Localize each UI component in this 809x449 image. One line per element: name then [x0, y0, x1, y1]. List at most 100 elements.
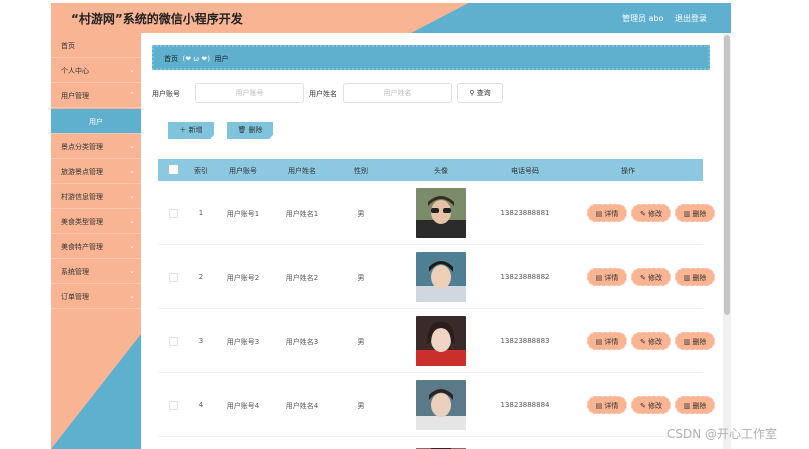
row-index: 2	[198, 273, 204, 281]
sidebar-item-food-type[interactable]: 美食类型管理 ⌄	[51, 209, 141, 234]
row-phone: 13823888884	[500, 401, 550, 409]
delete-button[interactable]: ▥ 删除	[675, 332, 715, 350]
row-gender: 男	[357, 274, 365, 282]
sidebar-item-label: 系统管理	[61, 268, 89, 276]
row-account: 用户账号3	[226, 338, 260, 346]
row-gender: 男	[357, 210, 365, 218]
row-checkbox[interactable]	[169, 401, 178, 410]
avatar	[416, 380, 466, 430]
column-header: 用户姓名	[288, 167, 316, 175]
sidebar-item-village-tour-info[interactable]: 村游信息管理 ⌄	[51, 184, 141, 209]
search-icon: ⚲	[469, 89, 475, 97]
sidebar-item-scenic-category[interactable]: 景点分类管理 ⌄	[51, 134, 141, 159]
sidebar-item-label: 美食特产管理	[61, 243, 103, 251]
row-name: 用户姓名3	[285, 338, 319, 346]
column-header: 用户账号	[229, 167, 257, 175]
select-all-checkbox[interactable]	[169, 165, 178, 174]
sidebar-item-label: 景点分类管理	[61, 143, 103, 151]
sidebar-item-label: 美食类型管理	[61, 218, 103, 226]
breadcrumb-emoji: (❤ ω ❤)	[182, 55, 210, 63]
sidebar-item-user-management[interactable]: 用户管理 ⌃	[51, 83, 141, 108]
row-checkbox[interactable]	[169, 209, 178, 218]
avatar	[416, 252, 466, 302]
detail-button[interactable]: ▤ 详情	[587, 332, 627, 350]
row-gender: 男	[357, 402, 365, 410]
edit-button[interactable]: ✎ 修改	[631, 268, 671, 286]
row-phone: 13823888883	[500, 337, 550, 345]
edit-button[interactable]: ✎ 修改	[631, 204, 671, 222]
pencil-icon: ✎	[639, 402, 646, 410]
breadcrumb-home[interactable]: 首页	[164, 55, 178, 63]
row-name: 用户姓名4	[285, 402, 319, 410]
sidebar-item-food-specialty[interactable]: 美食特产管理 ⌄	[51, 234, 141, 259]
detail-button[interactable]: ▤ 详情	[587, 396, 627, 414]
sidebar-item-personal-center[interactable]: 个人中心 ⌄	[51, 58, 141, 83]
sidebar-item-label: 村游信息管理	[61, 193, 103, 201]
edit-button[interactable]: ✎ 修改	[631, 396, 671, 414]
current-user: 管理员 abo	[622, 14, 664, 23]
chevron-down-icon: ⌄	[129, 192, 135, 200]
pencil-icon: ✎	[639, 274, 646, 282]
detail-button[interactable]: ▤ 详情	[587, 268, 627, 286]
column-header: 索引	[194, 167, 208, 175]
doc-icon: ▤	[595, 274, 603, 282]
table-row: 2 用户账号2 用户姓名2 男 13823888882 ▤ 详情 ✎ 修改 ▥ …	[158, 245, 715, 309]
trash-icon: 🗑	[237, 126, 247, 134]
edit-button[interactable]: ✎ 修改	[631, 332, 671, 350]
sidebar-item-label: 首页	[61, 42, 75, 50]
sidebar-item-orders[interactable]: 订单管理 ⌄	[51, 284, 141, 309]
avatar	[416, 188, 466, 238]
row-checkbox[interactable]	[169, 337, 178, 346]
delete-button[interactable]: ▥ 删除	[675, 204, 715, 222]
sidebar-subitem-user[interactable]: 用户	[51, 109, 141, 134]
sidebar-decoration	[51, 334, 141, 449]
trash-icon: ▥	[683, 274, 691, 282]
table-header: 索引 用户账号 用户姓名 性别 头像 电话号码 操作	[158, 159, 703, 181]
doc-icon: ▤	[595, 338, 603, 346]
row-gender: 男	[357, 338, 365, 346]
row-index: 4	[198, 401, 204, 409]
breadcrumb-current: 用户	[214, 55, 229, 63]
add-button[interactable]: ＋ 新增	[168, 122, 214, 139]
name-search-input[interactable]: 用户姓名	[343, 83, 452, 103]
chevron-down-icon: ⌄	[129, 292, 135, 300]
chevron-down-icon: ⌄	[129, 267, 135, 275]
sidebar-item-label: 订单管理	[61, 293, 89, 301]
delete-button[interactable]: ▥ 删除	[675, 268, 715, 286]
doc-icon: ▤	[595, 210, 603, 218]
table-row: 3 用户账号3 用户姓名3 男 13823888883 ▤ 详情 ✎ 修改 ▥ …	[158, 309, 715, 373]
row-name: 用户姓名1	[285, 210, 319, 218]
row-checkbox[interactable]	[169, 273, 178, 282]
sidebar-item-system[interactable]: 系统管理 ⌄	[51, 259, 141, 284]
sidebar-item-home[interactable]: 首页	[51, 33, 141, 58]
scrollbar-thumb[interactable]	[724, 35, 730, 315]
sidebar: 首页 个人中心 ⌄ 用户管理 ⌃ 用户 景点分类管理 ⌄ 旅游景点管理 ⌄ 村游…	[51, 33, 141, 449]
chevron-up-icon: ⌃	[129, 91, 135, 99]
column-header: 头像	[434, 167, 448, 175]
batch-delete-button[interactable]: 🗑 删除	[227, 122, 273, 139]
trash-icon: ▥	[683, 402, 691, 410]
row-name: 用户姓名2	[285, 274, 319, 282]
app-title: “村游网”系统的微信小程序开发	[71, 12, 243, 26]
search-button[interactable]: ⚲ 查询	[457, 83, 503, 103]
account-search-input[interactable]: 用户账号	[195, 83, 304, 103]
delete-button[interactable]: ▥ 删除	[675, 396, 715, 414]
logout-link[interactable]: 退出登录	[675, 13, 707, 24]
chevron-down-icon: ⌄	[129, 167, 135, 175]
table-row: 4 用户账号4 用户姓名4 男 13823888884 ▤ 详情 ✎ 修改 ▥ …	[158, 373, 715, 437]
row-phone: 13823888882	[500, 273, 550, 281]
name-label: 用户姓名	[309, 90, 337, 98]
row-index: 3	[198, 337, 204, 345]
column-header: 性别	[354, 167, 368, 175]
detail-button[interactable]: ▤ 详情	[587, 204, 627, 222]
avatar	[416, 316, 466, 366]
column-header: 电话号码	[511, 167, 539, 175]
sidebar-item-label: 个人中心	[61, 67, 89, 75]
vertical-scrollbar[interactable]	[723, 33, 731, 449]
sidebar-item-scenic-spots[interactable]: 旅游景点管理 ⌄	[51, 159, 141, 184]
account-label: 用户账号	[152, 90, 180, 98]
pencil-icon: ✎	[639, 338, 646, 346]
pencil-icon: ✎	[639, 210, 646, 218]
plus-icon: ＋	[179, 126, 187, 134]
row-account: 用户账号1	[226, 210, 260, 218]
